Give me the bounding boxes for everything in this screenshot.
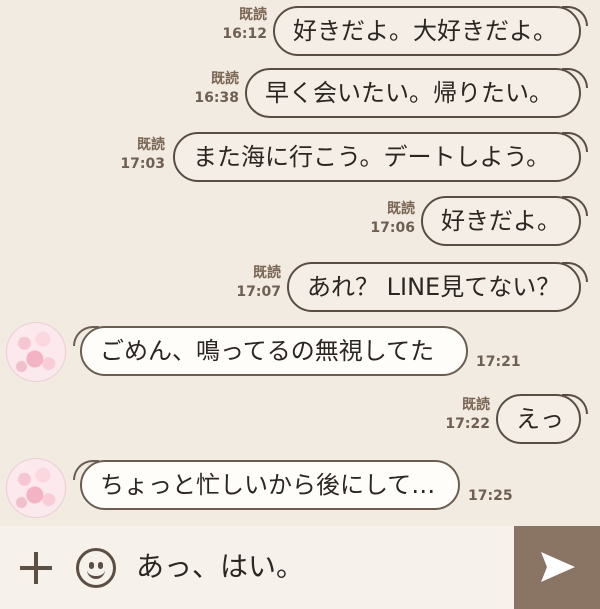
message-row: 既読 16:38 早く会いたい。帰りたい。 (0, 62, 600, 122)
message-meta: 17:25 (468, 487, 513, 506)
message-text: ちょっと忙しいから後にして… (100, 471, 436, 499)
composer-bar (0, 526, 600, 609)
message-text: あれ？ LINE見てない？ (307, 273, 561, 301)
message-meta: 既読 17:22 (445, 396, 490, 434)
message-time: 17:06 (370, 220, 415, 236)
sent-message-bubble[interactable]: 好きだよ。 (421, 196, 588, 246)
send-arrow-icon (541, 552, 575, 582)
received-message-bubble[interactable]: ちょっと忙しいから後にして… (73, 460, 460, 510)
message-time: 16:38 (194, 90, 239, 106)
message-text: 早く会いたい。帰りたい。 (265, 79, 553, 107)
message-row: ごめん、鳴ってるの無視してた 17:21 (0, 320, 600, 386)
message-meta: 既読 17:06 (370, 200, 415, 238)
message-text: 好きだよ。大好きだよ。 (293, 17, 557, 45)
message-row: 既読 16:12 好きだよ。大好きだよ。 (0, 0, 600, 60)
message-input[interactable] (136, 544, 496, 590)
read-receipt: 既読 (253, 265, 281, 281)
read-receipt: 既読 (137, 137, 165, 153)
message-row: 既読 17:03 また海に行こう。デートしよう。 (0, 128, 600, 188)
message-meta: 既読 16:38 (194, 70, 239, 108)
smiley-icon[interactable] (76, 548, 116, 588)
message-text: ごめん、鳴ってるの無視してた (100, 337, 435, 365)
read-receipt: 既読 (387, 201, 415, 217)
sent-message-bubble[interactable]: えっ (496, 394, 588, 444)
sent-message-bubble[interactable]: あれ？ LINE見てない？ (287, 262, 588, 312)
sent-message-bubble[interactable]: 早く会いたい。帰りたい。 (245, 68, 588, 118)
message-row: 既読 17:06 好きだよ。 (0, 194, 600, 254)
read-receipt: 既読 (211, 71, 239, 87)
message-time: 17:22 (445, 416, 490, 432)
message-meta: 既読 17:03 (120, 136, 165, 174)
sent-message-bubble[interactable]: また海に行こう。デートしよう。 (173, 132, 588, 182)
message-time: 17:21 (476, 354, 521, 370)
message-meta: 17:21 (476, 353, 521, 372)
message-meta: 既読 16:12 (222, 6, 267, 44)
plus-icon[interactable] (16, 548, 56, 588)
sent-message-bubble[interactable]: 好きだよ。大好きだよ。 (273, 6, 588, 56)
chat-area[interactable]: 既読 16:12 好きだよ。大好きだよ。 既読 16:38 早く会いたい。帰りた… (0, 0, 600, 526)
message-row: ちょっと忙しいから後にして… 17:25 (0, 454, 600, 520)
message-text: また海に行こう。デートしよう。 (193, 143, 551, 171)
send-button[interactable] (514, 526, 600, 609)
message-time: 17:25 (468, 488, 513, 504)
message-row: 既読 17:22 えっ (0, 390, 600, 450)
message-time: 17:07 (236, 284, 281, 300)
read-receipt: 既読 (462, 397, 490, 413)
contact-avatar[interactable] (6, 458, 66, 518)
message-meta: 既読 17:07 (236, 264, 281, 302)
received-message-bubble[interactable]: ごめん、鳴ってるの無視してた (73, 326, 468, 376)
contact-avatar[interactable] (6, 322, 66, 382)
message-time: 17:03 (120, 156, 165, 172)
message-text: 好きだよ。 (441, 207, 561, 235)
read-receipt: 既読 (239, 7, 267, 23)
message-row: 既読 17:07 あれ？ LINE見てない？ (0, 258, 600, 318)
message-time: 16:12 (222, 26, 267, 42)
message-text: えっ (516, 405, 564, 433)
